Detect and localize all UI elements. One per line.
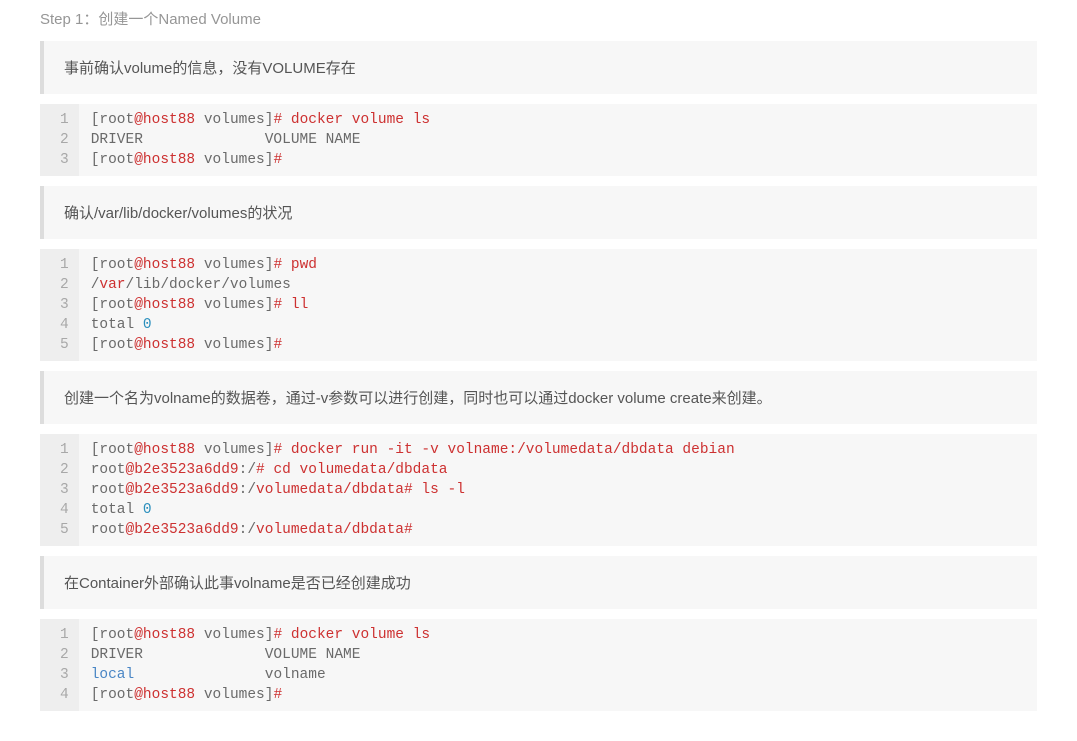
code-body: [root@host88 volumes]# docker volume ls … bbox=[79, 619, 1037, 711]
step-heading: Step 1：创建一个Named Volume bbox=[40, 8, 1037, 29]
code-gutter: 12345 bbox=[40, 249, 79, 361]
code-body: [root@host88 volumes]# docker run -it -v… bbox=[79, 434, 1037, 546]
code-block-3: 12345 [root@host88 volumes]# docker run … bbox=[40, 434, 1037, 546]
code-body: [root@host88 volumes]# pwd /var/lib/dock… bbox=[79, 249, 1037, 361]
code-gutter: 123 bbox=[40, 104, 79, 176]
code-body: [root@host88 volumes]# docker volume ls … bbox=[79, 104, 1037, 176]
note-block-3: 创建一个名为volname的数据卷，通过-v参数可以进行创建，同时也可以通过do… bbox=[40, 371, 1037, 424]
note-block-2: 确认/var/lib/docker/volumes的状况 bbox=[40, 186, 1037, 239]
code-gutter: 12345 bbox=[40, 434, 79, 546]
code-gutter: 1234 bbox=[40, 619, 79, 711]
code-block-1: 123 [root@host88 volumes]# docker volume… bbox=[40, 104, 1037, 176]
code-block-4: 1234 [root@host88 volumes]# docker volum… bbox=[40, 619, 1037, 711]
note-block-4: 在Container外部确认此事volname是否已经创建成功 bbox=[40, 556, 1037, 609]
note-block-1: 事前确认volume的信息，没有VOLUME存在 bbox=[40, 41, 1037, 94]
code-block-2: 12345 [root@host88 volumes]# pwd /var/li… bbox=[40, 249, 1037, 361]
